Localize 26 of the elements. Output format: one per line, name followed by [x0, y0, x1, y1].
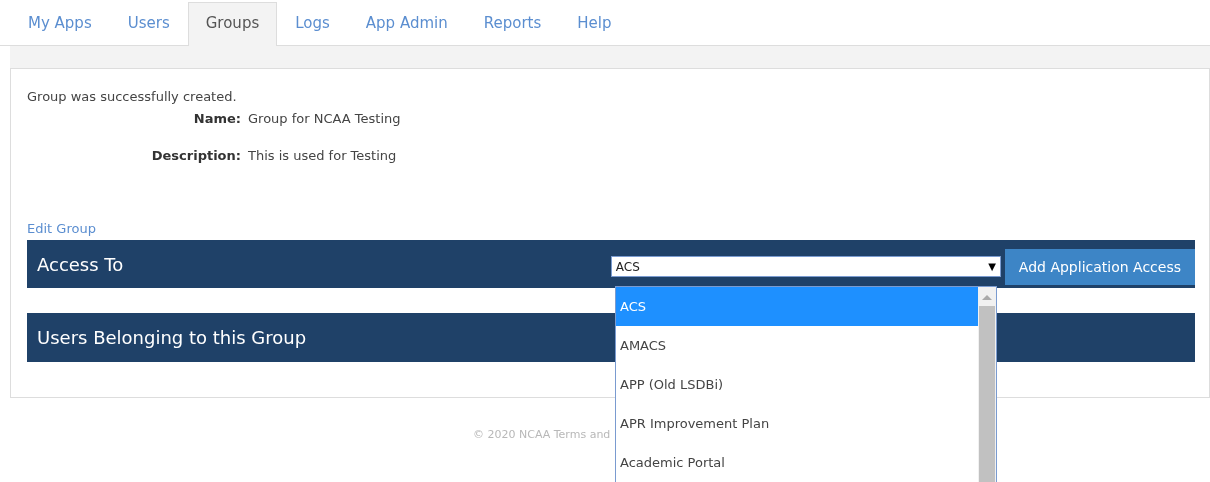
nav-tab[interactable]: Users — [109, 2, 188, 46]
dropdown-option[interactable]: APP (Old LSDBi) — [616, 365, 978, 404]
section-title: Access To — [37, 253, 125, 275]
dropdown-option[interactable]: ACS — [616, 287, 978, 326]
nav-tab[interactable]: Reports — [465, 2, 560, 46]
application-select[interactable]: ACS ▼ — [610, 256, 1001, 277]
field-label: Description: — [151, 147, 241, 165]
dropdown-option[interactable]: AMACS — [616, 326, 978, 365]
field-value: Group for NCAA Testing — [248, 110, 401, 128]
scrollbar[interactable] — [978, 287, 996, 482]
scrollbar-thumb[interactable] — [979, 306, 995, 482]
field-label: Name: — [193, 110, 241, 128]
dropdown-option[interactable]: APR Improvement Plan — [616, 404, 978, 443]
copyright-text: © 2020 NCAA Terms and — [473, 428, 611, 441]
nav-tab[interactable]: Groups — [187, 2, 278, 46]
scroll-up-icon[interactable] — [982, 295, 992, 300]
dropdown-option[interactable]: Academic Portal — [616, 443, 978, 482]
nav-tab[interactable]: App Admin — [347, 2, 466, 46]
add-application-access-button[interactable]: Add Application Access — [1004, 249, 1195, 285]
section-title: Users Belonging to this Group — [37, 327, 307, 348]
success-message: Group was successfully created. — [27, 88, 238, 106]
nav-tab[interactable]: Help — [559, 2, 630, 46]
nav-tab[interactable]: Logs — [277, 2, 348, 46]
edit-group-link[interactable]: Edit Group — [27, 219, 96, 239]
nav-tab[interactable]: My Apps — [10, 2, 110, 46]
field-value: This is used for Testing — [248, 147, 397, 165]
